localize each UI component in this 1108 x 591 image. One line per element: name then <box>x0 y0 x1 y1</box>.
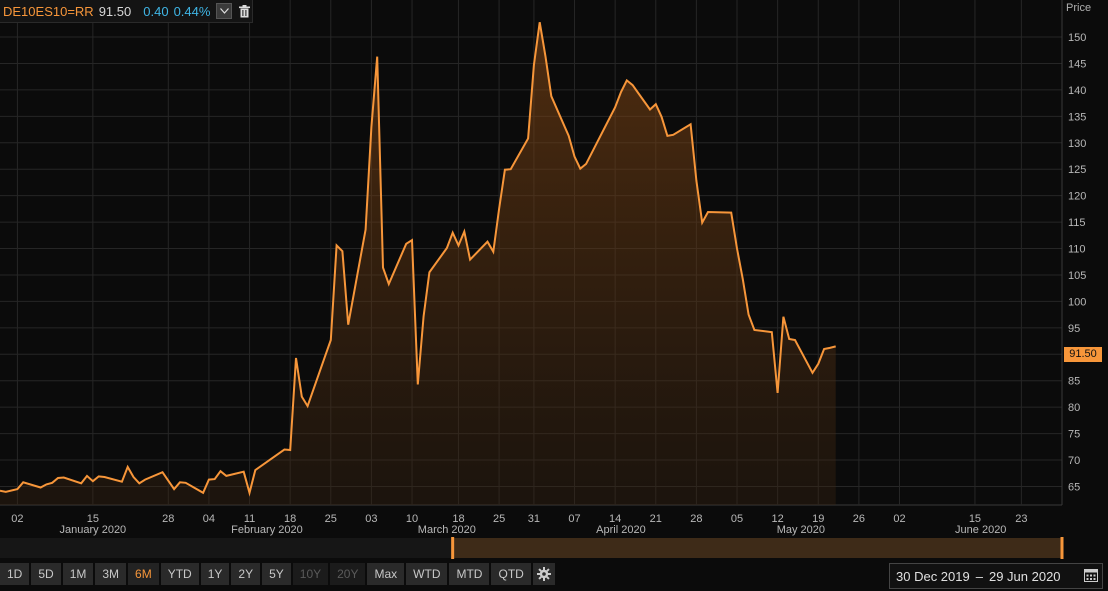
y-tick-label: 130 <box>1068 138 1086 150</box>
y-axis: 6570758085909510010511011512012513013514… <box>1068 32 1086 493</box>
navigator-window <box>452 538 1062 558</box>
x-tick-label: 21 <box>650 513 662 525</box>
navigator-handle-left <box>451 537 455 559</box>
period-button-1m[interactable]: 1M <box>62 563 94 585</box>
y-tick-label: 85 <box>1068 376 1080 388</box>
period-button-5y[interactable]: 5Y <box>262 563 291 585</box>
period-button-2y[interactable]: 2Y <box>231 563 261 585</box>
y-tick-label: 100 <box>1068 296 1086 308</box>
x-tick-label: 31 <box>528 513 540 525</box>
y-tick-label: 145 <box>1068 58 1086 70</box>
range-navigator[interactable] <box>0 537 1064 559</box>
month-label: March 2020 <box>418 524 476 536</box>
y-tick-label: 80 <box>1068 402 1080 414</box>
y-tick-label: 110 <box>1068 244 1086 256</box>
period-button-3m[interactable]: 3M <box>95 563 127 585</box>
y-tick-label: 65 <box>1068 481 1080 493</box>
instrument-header: DE10ES10=RR 91.50 0.40 0.44% <box>0 0 253 23</box>
period-button-wtd[interactable]: WTD <box>406 563 448 585</box>
date-from[interactable]: 30 Dec 2019 <box>896 569 970 584</box>
period-button-6m[interactable]: 6M <box>128 563 159 585</box>
instrument-code[interactable]: DE10ES10=RR <box>3 4 94 19</box>
month-label: January 2020 <box>60 524 127 536</box>
gear-icon[interactable] <box>532 563 555 585</box>
date-separator: – <box>975 568 983 584</box>
x-tick-label: 02 <box>11 513 23 525</box>
last-value-tag: 91.50 <box>1064 347 1102 362</box>
x-tick-label: 02 <box>893 513 905 525</box>
y-tick-label: 120 <box>1068 191 1086 203</box>
y-tick-label: 150 <box>1068 32 1086 44</box>
x-tick-label: 07 <box>568 513 580 525</box>
y-tick-label: 95 <box>1068 323 1080 335</box>
y-tick-label: 70 <box>1068 455 1080 467</box>
month-label: June 2020 <box>955 524 1006 536</box>
trash-icon[interactable] <box>237 3 251 19</box>
y-axis-title: Price <box>1066 2 1092 14</box>
chevron-down-icon[interactable] <box>216 3 233 19</box>
period-button-1y[interactable]: 1Y <box>200 563 230 585</box>
period-toolbar: 1D 5D 1M 3M 6M YTD 1Y 2Y 5Y 10Y 20Y Max WTD MTD QTD <box>0 563 555 585</box>
calendar-icon[interactable] <box>1084 568 1098 582</box>
x-tick-label: 25 <box>325 513 337 525</box>
period-button-5d[interactable]: 5D <box>31 563 61 585</box>
month-label: May 2020 <box>777 524 825 536</box>
x-tick-label: 04 <box>203 513 215 525</box>
period-button-20y[interactable]: 20Y <box>330 563 366 585</box>
y-tick-label: 135 <box>1068 111 1086 123</box>
x-tick-label: 05 <box>731 513 743 525</box>
period-button-mtd[interactable]: MTD <box>449 563 490 585</box>
y-tick-label: 140 <box>1068 85 1086 97</box>
price-chart[interactable]: 6570758085909510010511011512012513013514… <box>0 0 1108 591</box>
y-tick-label: 115 <box>1068 217 1086 229</box>
x-tick-label: 28 <box>690 513 702 525</box>
period-button-1d[interactable]: 1D <box>0 563 30 585</box>
x-tick-label: 26 <box>853 513 865 525</box>
period-button-qtd[interactable]: QTD <box>491 563 531 585</box>
x-tick-label: 25 <box>493 513 505 525</box>
x-tick-label: 10 <box>406 513 418 525</box>
y-tick-label: 75 <box>1068 429 1080 441</box>
month-label: February 2020 <box>231 524 303 536</box>
date-to[interactable]: 29 Jun 2020 <box>989 569 1061 584</box>
y-tick-label: 105 <box>1068 270 1086 282</box>
navigator-handle-right <box>1060 537 1064 559</box>
date-range-picker[interactable]: 30 Dec 2019 – 29 Jun 2020 <box>889 563 1103 589</box>
x-tick-label: 28 <box>162 513 174 525</box>
x-axis: 02 15 28 04 11 18 25 03 10 18 25 31 07 14 21 28 05 12 19 26… <box>11 513 1027 536</box>
month-label: April 2020 <box>596 524 646 536</box>
x-tick-label: 03 <box>365 513 377 525</box>
price-change: 0.40 <box>143 3 169 19</box>
last-price: 91.50 <box>98 3 132 19</box>
price-change-percent: 0.44% <box>173 3 211 19</box>
x-tick-label: 23 <box>1015 513 1027 525</box>
period-button-max[interactable]: Max <box>367 563 405 585</box>
period-button-10y[interactable]: 10Y <box>292 563 329 585</box>
y-tick-label: 125 <box>1068 164 1086 176</box>
period-button-ytd[interactable]: YTD <box>160 563 199 585</box>
